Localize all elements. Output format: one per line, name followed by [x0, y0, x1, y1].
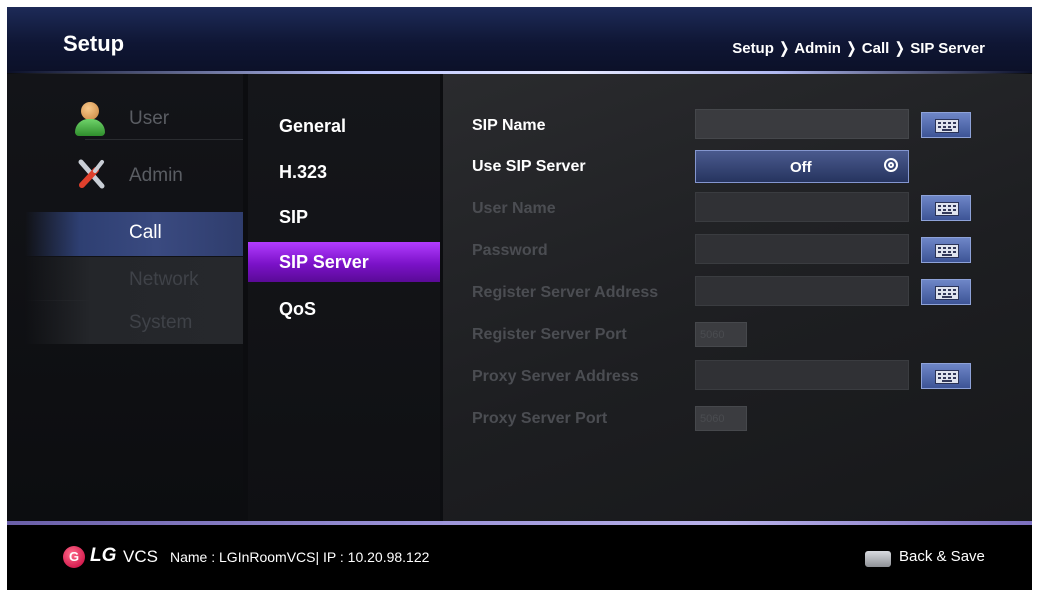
- register-server-port-field[interactable]: 5060: [695, 322, 747, 347]
- setting-label: User Name: [472, 200, 556, 217]
- submenu-item-sip-server[interactable]: SIP Server: [248, 242, 440, 282]
- category-item-network[interactable]: Network: [25, 257, 243, 301]
- category-item-user[interactable]: User: [25, 96, 243, 140]
- keyboard-button[interactable]: [921, 363, 971, 389]
- setting-sip-name: SIP Name: [443, 107, 1032, 149]
- header-bar: Setup Setup ❭ Admin ❭ Call ❭ SIP Server: [7, 7, 1032, 73]
- keyboard-icon: [935, 370, 959, 384]
- keyboard-button[interactable]: [921, 112, 971, 138]
- submenu-item-qos[interactable]: QoS: [248, 289, 440, 329]
- product-name: VCS: [123, 547, 158, 566]
- setup-screen: Setup Setup ❭ Admin ❭ Call ❭ SIP Server …: [7, 7, 1032, 590]
- category-label: System: [129, 312, 193, 333]
- submenu-label: General: [279, 116, 347, 136]
- keyboard-button[interactable]: [921, 279, 971, 305]
- setting-label: Register Server Address: [472, 284, 659, 301]
- use-sip-server-toggle[interactable]: Off: [695, 150, 909, 183]
- user-icon: [75, 102, 105, 136]
- setting-label: Proxy Server Address: [472, 368, 639, 385]
- category-label: Network: [129, 269, 199, 290]
- settings-panel: SIP Name Use SIP Server Off User Name Pa…: [443, 74, 1032, 522]
- proxy-server-address-field[interactable]: [695, 360, 909, 390]
- setting-password: Password: [443, 232, 1032, 274]
- category-label: User: [129, 108, 170, 129]
- setting-register-server-port: Register Server Port 5060: [443, 316, 1032, 358]
- category-label: Call: [129, 222, 162, 243]
- back-save-button[interactable]: Back & Save: [899, 548, 985, 565]
- proxy-server-port-field[interactable]: 5060: [695, 406, 747, 431]
- submenu: General H.323 SIP SIP Server QoS: [248, 74, 440, 522]
- submenu-item-h323[interactable]: H.323: [248, 152, 440, 192]
- submenu-item-general[interactable]: General: [248, 106, 440, 146]
- footer-bar: G LG VCS Name : LGInRoomVCS| IP : 10.20.…: [7, 525, 1032, 590]
- toggle-value: Off: [790, 159, 812, 176]
- setting-label: Use SIP Server: [472, 158, 586, 175]
- category-item-admin[interactable]: Admin: [25, 153, 243, 197]
- setting-proxy-server-address: Proxy Server Address: [443, 358, 1032, 400]
- brand-name: LG: [90, 545, 117, 566]
- setting-label: Proxy Server Port: [472, 410, 608, 427]
- submenu-label: SIP: [279, 207, 309, 227]
- setting-register-server-address: Register Server Address: [443, 274, 1032, 316]
- category-menu: User Admin Call Network System: [7, 74, 243, 522]
- register-server-address-field[interactable]: [695, 276, 909, 306]
- password-field[interactable]: [695, 234, 909, 264]
- keyboard-icon: [935, 202, 959, 216]
- setting-user-name: User Name: [443, 190, 1032, 232]
- submenu-label: SIP Server: [279, 252, 369, 272]
- user-name-field[interactable]: [695, 192, 909, 222]
- setting-label: SIP Name: [472, 117, 546, 134]
- category-item-call[interactable]: Call: [25, 212, 243, 256]
- setting-label: Register Server Port: [472, 326, 627, 343]
- submenu-label: QoS: [279, 299, 317, 319]
- device-status: Name : LGInRoomVCS| IP : 10.20.98.122: [170, 549, 430, 565]
- submenu-item-sip[interactable]: SIP: [248, 197, 440, 237]
- sip-name-field[interactable]: [695, 109, 909, 139]
- keyboard-button[interactable]: [921, 237, 971, 263]
- tools-icon: [78, 159, 105, 189]
- keyboard-icon: [935, 119, 959, 133]
- category-label: Admin: [129, 165, 183, 186]
- setting-use-sip-server: Use SIP Server Off: [443, 148, 1032, 190]
- keyboard-icon: [935, 244, 959, 258]
- radio-icon: [884, 158, 898, 172]
- keyboard-button[interactable]: [921, 195, 971, 221]
- submenu-label: H.323: [279, 162, 328, 182]
- keyboard-icon: [935, 286, 959, 300]
- setting-proxy-server-port: Proxy Server Port 5060: [443, 400, 1032, 442]
- breadcrumb: Setup ❭ Admin ❭ Call ❭ SIP Server: [732, 40, 985, 57]
- page-title: Setup: [63, 31, 125, 56]
- lg-logo-icon: G: [63, 546, 85, 568]
- back-remote-key-icon: [865, 551, 891, 567]
- category-item-system[interactable]: System: [25, 300, 243, 344]
- setting-label: Password: [472, 242, 548, 259]
